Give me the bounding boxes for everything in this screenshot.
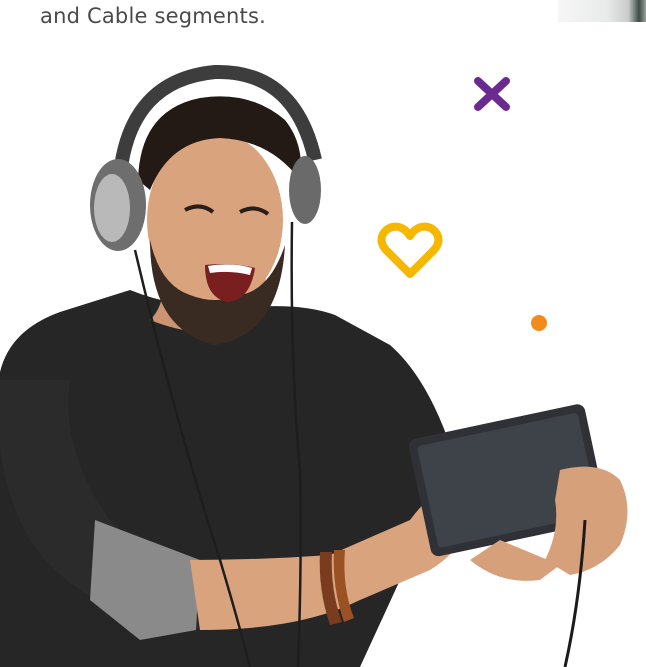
headphone-right-cup: [289, 156, 321, 224]
heart-icon: [377, 222, 443, 278]
corner-photo-fragment: [558, 0, 646, 22]
caption-text: and Cable segments.: [40, 4, 267, 28]
photo-man-headphones-tablet: [0, 64, 628, 667]
cross-icon: [474, 77, 510, 111]
dot-icon: [531, 315, 547, 331]
